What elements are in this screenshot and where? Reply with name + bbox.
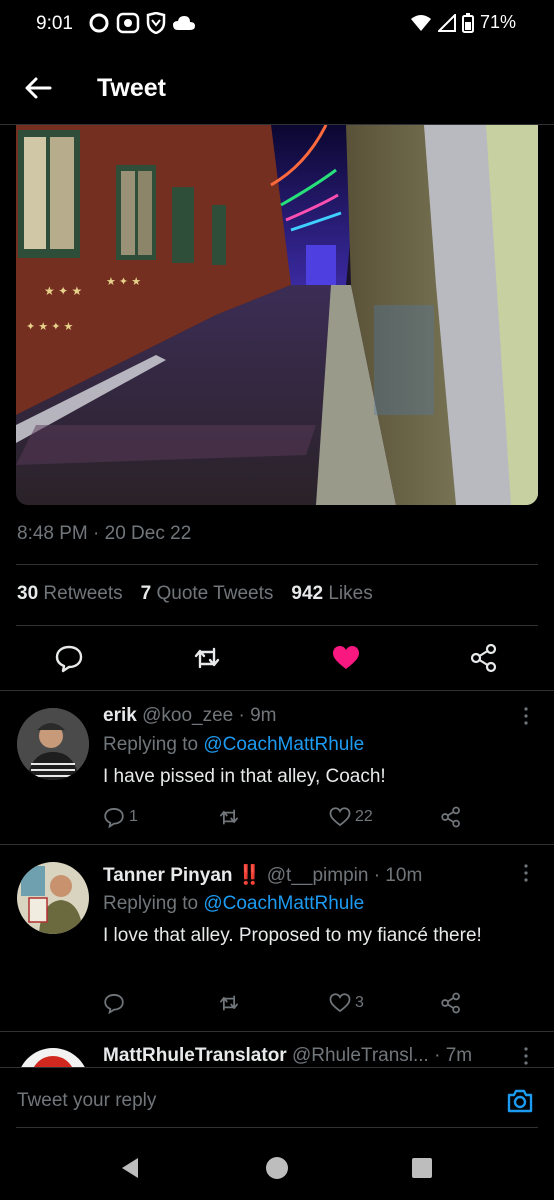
page-title: Tweet	[97, 74, 166, 102]
wifi-icon	[410, 14, 431, 31]
system-icons: 71%	[410, 12, 516, 33]
like-count: 3	[355, 994, 364, 1011]
replying-link[interactable]: @CoachMattRhule	[203, 734, 364, 755]
avatar-image	[17, 862, 89, 934]
heart-icon	[329, 807, 351, 827]
reply-text: I love that alley. Proposed to my fiancé…	[103, 925, 482, 946]
more-vertical-icon[interactable]	[516, 706, 536, 726]
retweet-icon	[220, 995, 238, 1011]
quotes-count: 7	[140, 583, 152, 604]
nav-home-icon[interactable]	[264, 1155, 290, 1181]
replying-link[interactable]: @CoachMattRhule	[203, 893, 364, 914]
battery-icon	[461, 12, 474, 33]
display-name: Tanner Pinyan	[103, 865, 233, 886]
record-icon	[116, 12, 140, 34]
like-action[interactable]: 3	[329, 992, 364, 1014]
heart-icon[interactable]	[331, 643, 361, 673]
more-vertical-icon[interactable]	[516, 1046, 536, 1066]
status-time: 9:01	[36, 13, 73, 34]
status-bar: 9:01 71%	[0, 0, 554, 50]
retweet-action[interactable]	[218, 992, 244, 1014]
retweets-count: 30	[17, 583, 39, 604]
handle-time: @koo_zee · 9m	[142, 705, 277, 726]
svg-text:★ ✦ ★: ★ ✦ ★	[106, 276, 141, 288]
nav-recents-icon[interactable]	[411, 1157, 433, 1179]
composer-divider	[16, 1127, 538, 1128]
reply-author[interactable]: MattRhuleTranslator @RhuleTransl... · 7m	[103, 1045, 472, 1067]
reply-author[interactable]: erik @koo_zee · 9m	[103, 705, 277, 727]
signal-icon	[437, 13, 456, 32]
like-count: 22	[355, 808, 373, 825]
retweets-stat[interactable]: 30 Retweets	[17, 583, 123, 605]
avatar[interactable]	[17, 862, 89, 934]
likes-stat[interactable]: 942 Likes	[291, 583, 372, 605]
quotes-label: Quote Tweets	[156, 583, 274, 604]
tweet-timestamp: 8:48 PM · 20 Dec 22	[17, 523, 192, 544]
battery-level: 71%	[479, 12, 516, 32]
svg-text:✦ ★ ✦ ★: ✦ ★ ✦ ★	[26, 321, 73, 333]
reply-action[interactable]	[103, 992, 129, 1014]
notification-icons	[88, 12, 196, 34]
replying-prefix: Replying to	[103, 734, 199, 755]
shield-icon	[146, 12, 166, 34]
divider	[16, 625, 538, 626]
heart-icon	[329, 993, 351, 1013]
replying-prefix: Replying to	[103, 893, 199, 914]
replying-to: Replying to @CoachMattRhule	[103, 893, 364, 915]
svg-text:★ ✦ ★: ★ ✦ ★	[44, 284, 82, 298]
ring-icon	[89, 13, 109, 33]
comment-icon	[104, 994, 124, 1014]
handle-time: @t__pimpin · 10m	[266, 865, 423, 886]
camera-icon[interactable]	[506, 1088, 534, 1114]
divider	[0, 690, 554, 691]
share-icon[interactable]	[469, 643, 499, 673]
comment-icon	[104, 808, 124, 828]
retweets-label: Retweets	[43, 583, 123, 604]
reply-action[interactable]: 1	[103, 806, 138, 828]
reply-input[interactable]: Tweet your reply	[17, 1090, 156, 1112]
divider	[16, 564, 538, 565]
avatar[interactable]	[17, 708, 89, 780]
comment-icon[interactable]	[54, 643, 84, 673]
tweet-photo[interactable]: ★ ✦ ★ ✦ ★ ✦ ★ ★ ✦ ★	[16, 125, 538, 505]
retweet-action[interactable]	[218, 806, 244, 828]
reply-text: I have pissed in that alley, Coach!	[103, 766, 386, 787]
system-nav-bar	[0, 1130, 554, 1200]
handle-time: @RhuleTransl... · 7m	[291, 1045, 473, 1066]
replying-to: Replying to @CoachMattRhule	[103, 734, 364, 756]
nav-back-icon[interactable]	[118, 1156, 142, 1180]
retweet-icon	[220, 809, 238, 825]
alley-image: ★ ✦ ★ ✦ ★ ✦ ★ ★ ✦ ★	[16, 125, 538, 505]
reply-author[interactable]: Tanner Pinyan ‼️ @t__pimpin · 10m	[103, 863, 422, 887]
divider	[0, 844, 554, 845]
likes-label: Likes	[328, 583, 373, 604]
quotes-stat[interactable]: 7 Quote Tweets	[141, 583, 274, 605]
more-vertical-icon[interactable]	[516, 863, 536, 883]
double-exclamation-emoji: ‼️	[237, 865, 262, 886]
divider	[0, 1031, 554, 1032]
share-icon[interactable]	[440, 806, 462, 828]
arrow-left-icon[interactable]	[22, 72, 54, 104]
retweet-icon[interactable]	[192, 643, 222, 673]
avatar-image	[17, 708, 89, 780]
like-action[interactable]: 22	[329, 806, 373, 828]
likes-count: 942	[291, 583, 324, 604]
share-icon[interactable]	[440, 992, 462, 1014]
display-name: MattRhuleTranslator	[103, 1045, 287, 1066]
cloud-icon	[173, 16, 195, 30]
display-name: erik	[103, 705, 137, 726]
tweet-stats: 30 Retweets 7 Quote Tweets 942 Likes	[17, 583, 373, 605]
reply-count: 1	[129, 808, 138, 825]
